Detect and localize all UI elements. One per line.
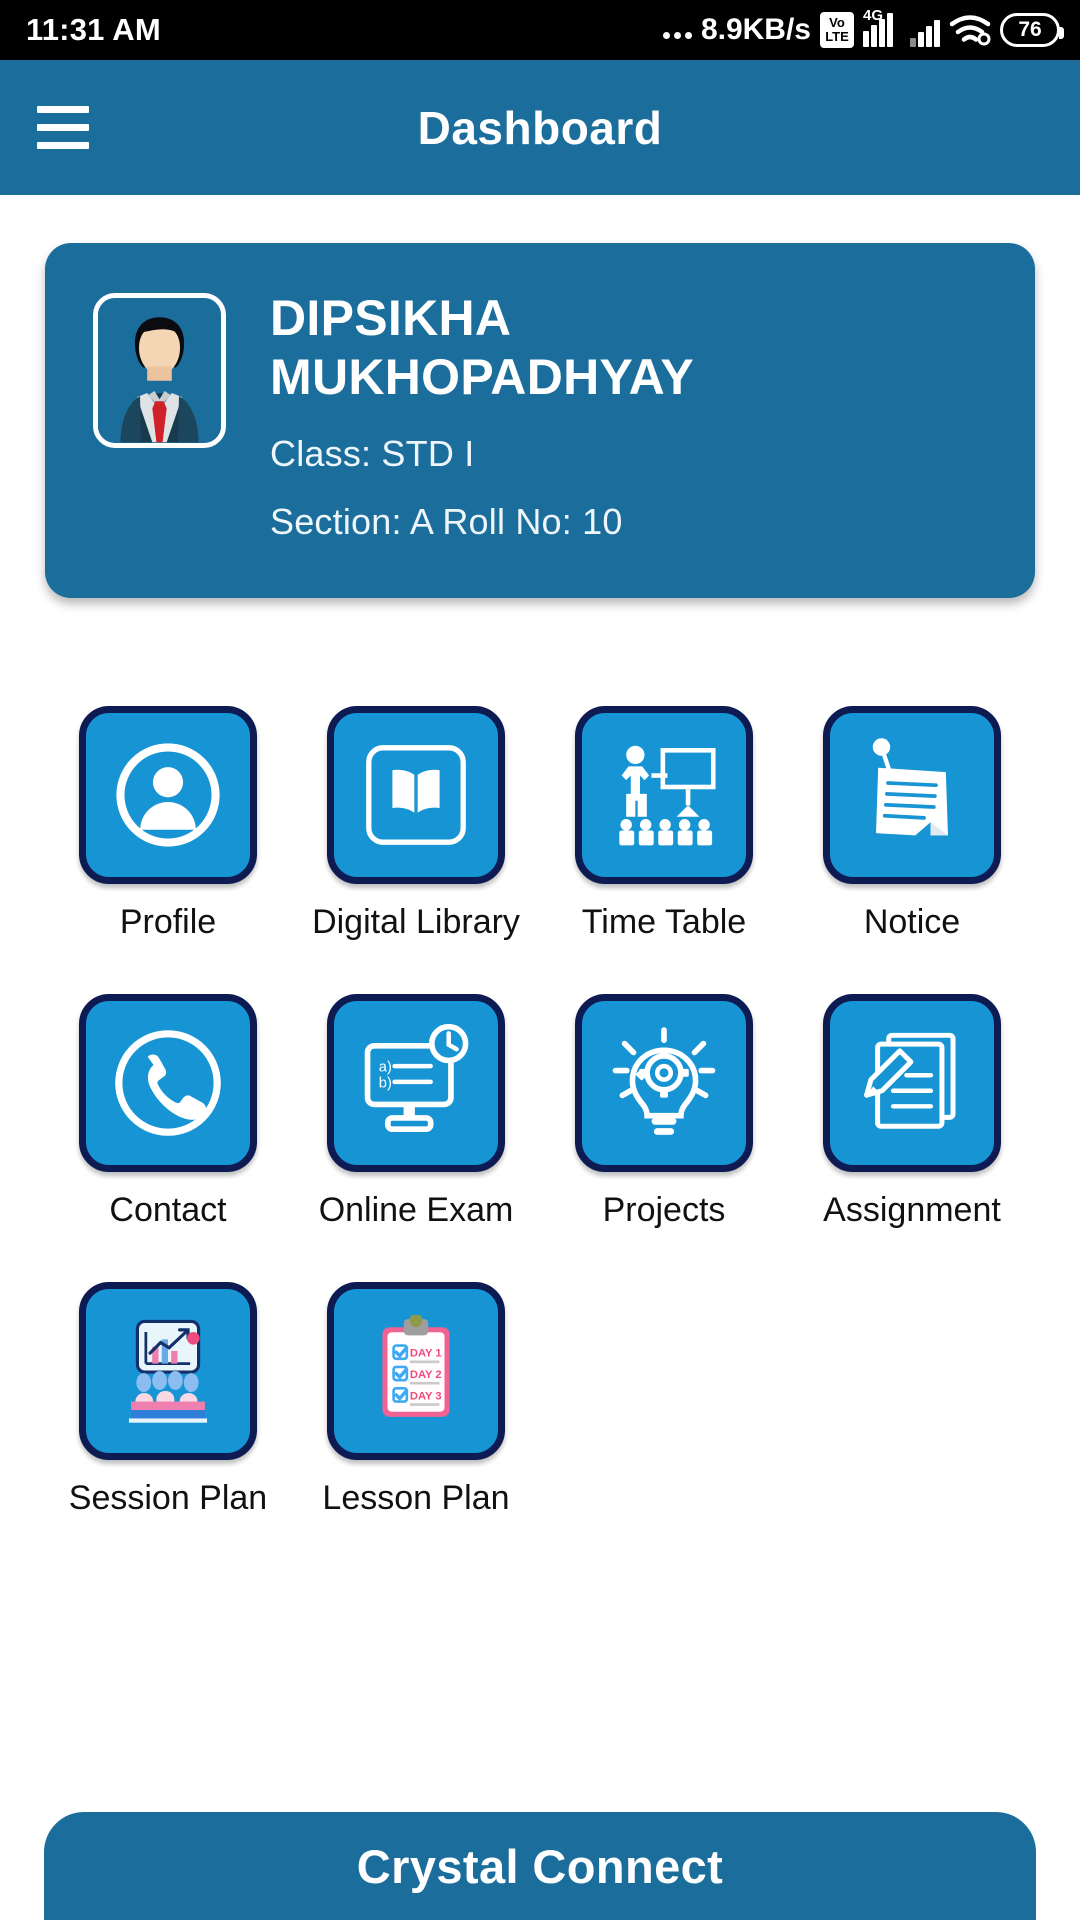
bottom-brand-label: Crystal Connect <box>356 1839 724 1893</box>
network-activity-dots-icon <box>662 15 692 45</box>
wifi-icon <box>949 13 991 47</box>
tile-lesson-plan-label: Lesson Plan <box>322 1479 510 1517</box>
tile-time-table-box[interactable] <box>575 706 753 884</box>
tile-digital-library-label: Digital Library <box>312 903 520 941</box>
tile-online-exam-box[interactable]: a) b) <box>327 994 505 1172</box>
student-section-roll: Section: A Roll No: 10 <box>270 501 623 542</box>
tile-session-plan-box[interactable] <box>79 1282 257 1460</box>
svg-text:a): a) <box>379 1060 392 1076</box>
lesson-day1-text: DAY 1 <box>410 1348 442 1360</box>
student-details: DIPSIKHA MUKHOPADHYAY Class: STD I Secti… <box>270 285 830 543</box>
tile-assignment-box[interactable] <box>823 994 1001 1172</box>
svg-text:b): b) <box>379 1076 392 1092</box>
battery-percent-label: 76 <box>1018 18 1042 41</box>
tile-time-table[interactable]: Time Table <box>569 706 759 942</box>
hamburger-menu-icon[interactable] <box>37 106 89 149</box>
tile-profile[interactable]: Profile <box>73 706 263 942</box>
tile-session-plan-label: Session Plan <box>68 1479 268 1517</box>
tile-notice-box[interactable] <box>823 706 1001 884</box>
lesson-day3-text: DAY 3 <box>410 1391 442 1403</box>
lesson-day2-text: DAY 2 <box>410 1369 442 1381</box>
student-name: DIPSIKHA MUKHOPADHYAY <box>270 290 695 405</box>
dashboard-grid: Profile Digital Library Time Table Notic… <box>44 706 1036 1518</box>
tile-online-exam[interactable]: a) b) Online Exam <box>318 994 514 1230</box>
lightbulb-gear-idea-icon <box>612 1027 716 1135</box>
volte-icon-bottom: LTE <box>825 29 849 44</box>
tile-projects-label: Projects <box>602 1191 726 1229</box>
tile-contact-box[interactable] <box>79 994 257 1172</box>
tile-contact-label: Contact <box>109 1191 227 1229</box>
avatar <box>93 293 226 448</box>
tile-digital-library-box[interactable] <box>327 706 505 884</box>
status-bar: 11:31 AM 8.9KB/s Vo LTE 4G 76 <box>0 0 1080 60</box>
computer-monitor-clock-icon: a) b) <box>364 1023 469 1133</box>
tile-lesson-plan-box[interactable]: DAY 1 DAY 2 DAY 3 <box>327 1282 505 1460</box>
teacher-board-class-icon <box>619 745 716 846</box>
user-avatar-photo <box>98 298 221 443</box>
student-class: Class: STD I <box>270 433 475 474</box>
tile-contact[interactable]: Contact <box>73 994 263 1230</box>
bottom-brand-bar[interactable]: Crystal Connect <box>44 1812 1036 1920</box>
tile-time-table-label: Time Table <box>581 903 747 941</box>
tile-digital-library[interactable]: Digital Library <box>312 706 520 942</box>
page-title: Dashboard <box>417 101 663 154</box>
app-bar: Dashboard <box>0 60 1080 195</box>
tile-projects[interactable]: Projects <box>569 994 759 1230</box>
tile-notice-label: Notice <box>863 903 961 941</box>
battery-icon: 76 <box>1000 13 1064 47</box>
student-profile-card[interactable]: DIPSIKHA MUKHOPADHYAY Class: STD I Secti… <box>45 243 1035 598</box>
volte-icon: Vo LTE <box>820 12 854 48</box>
signal-sim1-icon: 4G <box>863 7 901 47</box>
clipboard-days-checklist-icon: DAY 1 DAY 2 DAY 3 <box>382 1315 450 1417</box>
phone-circle-icon <box>115 1030 221 1136</box>
network-speed-label: 8.9KB/s <box>700 13 811 46</box>
tile-session-plan[interactable]: Session Plan <box>69 1282 267 1518</box>
tile-notice[interactable]: Notice <box>817 706 1007 942</box>
open-book-icon <box>366 745 466 845</box>
tile-projects-box[interactable] <box>575 994 753 1172</box>
status-bar-time: 11:31 AM <box>26 12 161 47</box>
tile-lesson-plan[interactable]: DAY 1 DAY 2 DAY 3 Lesson Plan <box>321 1282 511 1518</box>
tile-profile-box[interactable] <box>79 706 257 884</box>
volte-icon-top: Vo <box>829 15 845 31</box>
person-circle-icon <box>116 743 220 847</box>
notice-pin-paper-icon <box>872 738 948 836</box>
network-type-label: 4G <box>863 7 884 24</box>
tile-online-exam-label: Online Exam <box>318 1191 514 1229</box>
tile-assignment-label: Assignment <box>823 1191 1001 1229</box>
signal-sim2-icon <box>910 13 940 47</box>
tile-assignment[interactable]: Assignment <box>817 994 1007 1230</box>
status-bar-indicators: 8.9KB/s Vo LTE 4G 76 <box>662 7 1064 48</box>
documents-pencil-icon <box>864 1032 956 1129</box>
tile-profile-label: Profile <box>119 903 217 941</box>
presentation-audience-icon <box>128 1319 208 1423</box>
